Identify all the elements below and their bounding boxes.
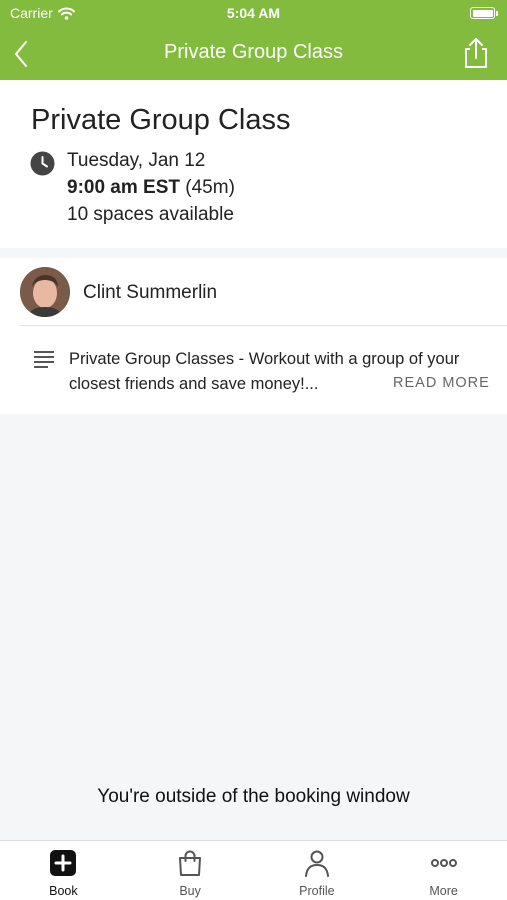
tab-profile[interactable]: Profile (254, 841, 381, 900)
instructor-name[interactable]: Clint Summerlin (83, 282, 217, 304)
class-header-card: Private Group Class Tuesday, Jan 12 9:00… (0, 80, 507, 248)
shopping-bag-icon (179, 850, 202, 876)
description-lines-icon (34, 351, 54, 368)
nav-title: Private Group Class (164, 41, 343, 63)
class-title: Private Group Class (31, 104, 291, 136)
more-dots-icon (430, 859, 457, 867)
clock-icon (30, 151, 55, 176)
person-icon (304, 850, 329, 877)
divider (20, 325, 507, 326)
class-time: 9:00 am EST (67, 177, 180, 198)
instructor-card: Clint Summerlin Private Group Classes - … (0, 258, 507, 414)
booking-window-notice: You're outside of the booking window (97, 786, 410, 807)
class-date: Tuesday, Jan 12 (67, 150, 206, 171)
tab-label: Book (49, 884, 78, 898)
avatar-image (20, 267, 70, 317)
nav-bar: Private Group Class (0, 28, 507, 80)
status-bar: Carrier 5:04 AM (0, 0, 507, 28)
tab-book[interactable]: Book (0, 841, 127, 900)
tab-label: More (429, 884, 458, 898)
read-more-link[interactable]: READ MORE (393, 375, 490, 391)
spaces-available: 10 spaces available (67, 204, 234, 225)
top-bar: Carrier 5:04 AM Private Group Class (0, 0, 507, 80)
plus-square-icon (50, 850, 77, 876)
tab-label: Profile (299, 884, 335, 898)
tab-more[interactable]: More (380, 841, 507, 900)
battery-tip (496, 11, 498, 16)
share-icon[interactable] (461, 36, 491, 70)
avatar[interactable] (20, 267, 70, 317)
tab-bar: Book Buy Profile More (0, 840, 507, 900)
status-time: 5:04 AM (226, 5, 281, 21)
tab-label: Buy (179, 884, 201, 898)
class-duration: (45m) (185, 177, 235, 198)
class-time-row: 9:00 am EST (45m) (67, 177, 235, 199)
tab-buy[interactable]: Buy (127, 841, 254, 900)
battery-icon (470, 7, 495, 19)
